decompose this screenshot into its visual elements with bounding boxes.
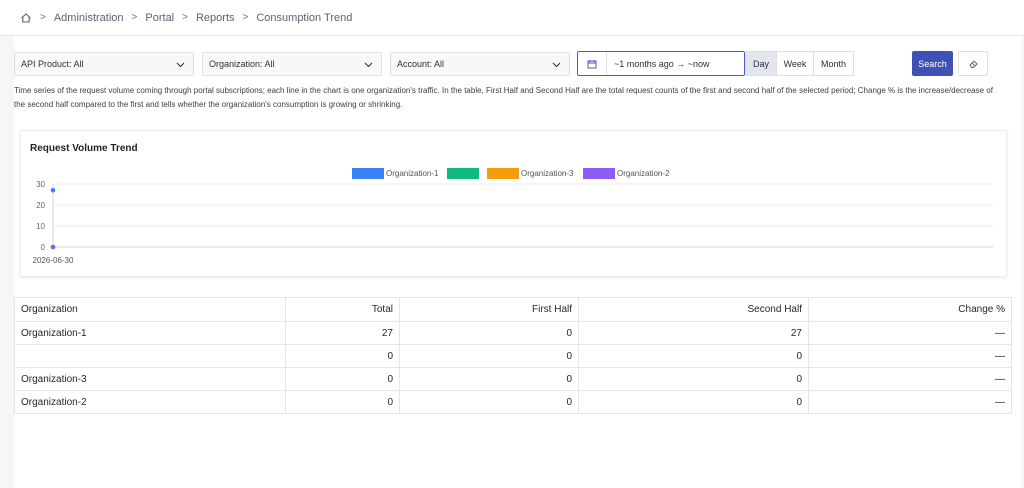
breadcrumb-administration[interactable]: Administration	[54, 12, 124, 24]
legend-item[interactable]	[447, 167, 481, 179]
cell-total: 0	[285, 344, 400, 368]
search-button[interactable]: Search	[912, 51, 953, 76]
legend-swatch	[447, 167, 479, 179]
cell-change: —	[808, 344, 1012, 368]
eraser-icon	[968, 60, 978, 68]
cell-organization: Organization-2	[14, 390, 286, 414]
legend-label: Organization-1	[386, 168, 439, 178]
legend-swatch	[583, 167, 615, 179]
cell-second-half: 0	[578, 367, 809, 391]
chevron-right-icon: >	[131, 12, 138, 23]
cell-first-half: 0	[399, 367, 579, 391]
cell-total: 27	[285, 321, 400, 345]
breadcrumb: > Administration > Portal > Reports > Co…	[0, 0, 1024, 36]
cell-total: 0	[285, 367, 400, 391]
cell-second-half: 0	[578, 344, 809, 368]
legend-item[interactable]: Organization-1	[352, 167, 438, 179]
cell-change: —	[808, 367, 1012, 391]
home-icon[interactable]	[20, 12, 32, 24]
chevron-down-icon	[176, 62, 185, 68]
granularity-month[interactable]: Month	[813, 51, 854, 76]
cell-second-half: 0	[578, 390, 809, 414]
granularity-week[interactable]: Week	[776, 51, 814, 76]
account-value: Account: All	[397, 59, 445, 69]
report-description: Time series of the request volume coming…	[14, 86, 993, 109]
breadcrumb-portal[interactable]: Portal	[145, 12, 174, 24]
table-header-row: Organization Total First Half Second Hal…	[14, 297, 1012, 322]
legend-label: Organization-3	[521, 168, 574, 178]
cell-total: 0	[285, 390, 400, 414]
chevron-down-icon	[552, 62, 561, 68]
table-row: Organization-3 0 0 0—	[14, 367, 1012, 391]
table-row: Organization-1 27 0 27—	[14, 321, 1012, 345]
api-product-value: API Product: All	[21, 59, 84, 69]
column-header-organization[interactable]: Organization	[14, 297, 286, 322]
organization-value: Organization: All	[209, 59, 275, 69]
chevron-down-icon	[364, 62, 373, 68]
cell-organization: Organization-3	[14, 367, 286, 391]
column-header-second-half[interactable]: Second Half	[578, 297, 809, 322]
cell-second-half: 27	[578, 321, 809, 345]
legend-swatch	[487, 167, 519, 179]
table-row: 0 0 0—	[14, 344, 1012, 368]
column-header-first-half[interactable]: First Half	[399, 297, 579, 322]
breadcrumb-current: Consumption Trend	[256, 11, 353, 24]
cell-first-half: 0	[399, 390, 579, 414]
chevron-right-icon: >	[182, 12, 188, 23]
legend-item[interactable]: Organization-3	[487, 167, 573, 179]
cell-change: —	[808, 390, 1012, 414]
cell-organization: Organization-1	[14, 321, 286, 345]
calendar-icon[interactable]	[578, 52, 607, 75]
date-range-picker[interactable]: ~1 months ago → ~now	[577, 51, 745, 76]
cell-organization	[14, 344, 286, 368]
consumption-table: Organization Total First Half Second Hal…	[14, 297, 1012, 414]
chart-title: Request Volume Trend	[30, 143, 138, 154]
api-product-select[interactable]: API Product: All	[14, 52, 194, 76]
legend-item[interactable]: Organization-2	[583, 167, 669, 179]
table-row: Organization-2 0 0 0—	[14, 390, 1012, 414]
breadcrumb-reports[interactable]: Reports	[196, 12, 235, 24]
clear-filters-button[interactable]	[958, 51, 988, 76]
organization-select[interactable]: Organization: All	[202, 52, 382, 76]
column-header-total[interactable]: Total	[285, 297, 400, 322]
account-select[interactable]: Account: All	[390, 52, 570, 76]
chart-card: Request Volume Trend	[20, 130, 1007, 277]
legend-label: Organization-2	[617, 168, 670, 178]
legend-swatch	[352, 167, 384, 179]
date-range-value: ~1 months ago → ~now	[614, 58, 710, 69]
cell-change: —	[808, 321, 1012, 345]
cell-first-half: 0	[399, 344, 579, 368]
column-header-change[interactable]: Change %	[808, 297, 1012, 322]
cell-first-half: 0	[399, 321, 579, 345]
chevron-right-icon: >	[40, 12, 46, 23]
chevron-right-icon: >	[242, 12, 249, 23]
granularity-day[interactable]: Day	[745, 51, 777, 76]
